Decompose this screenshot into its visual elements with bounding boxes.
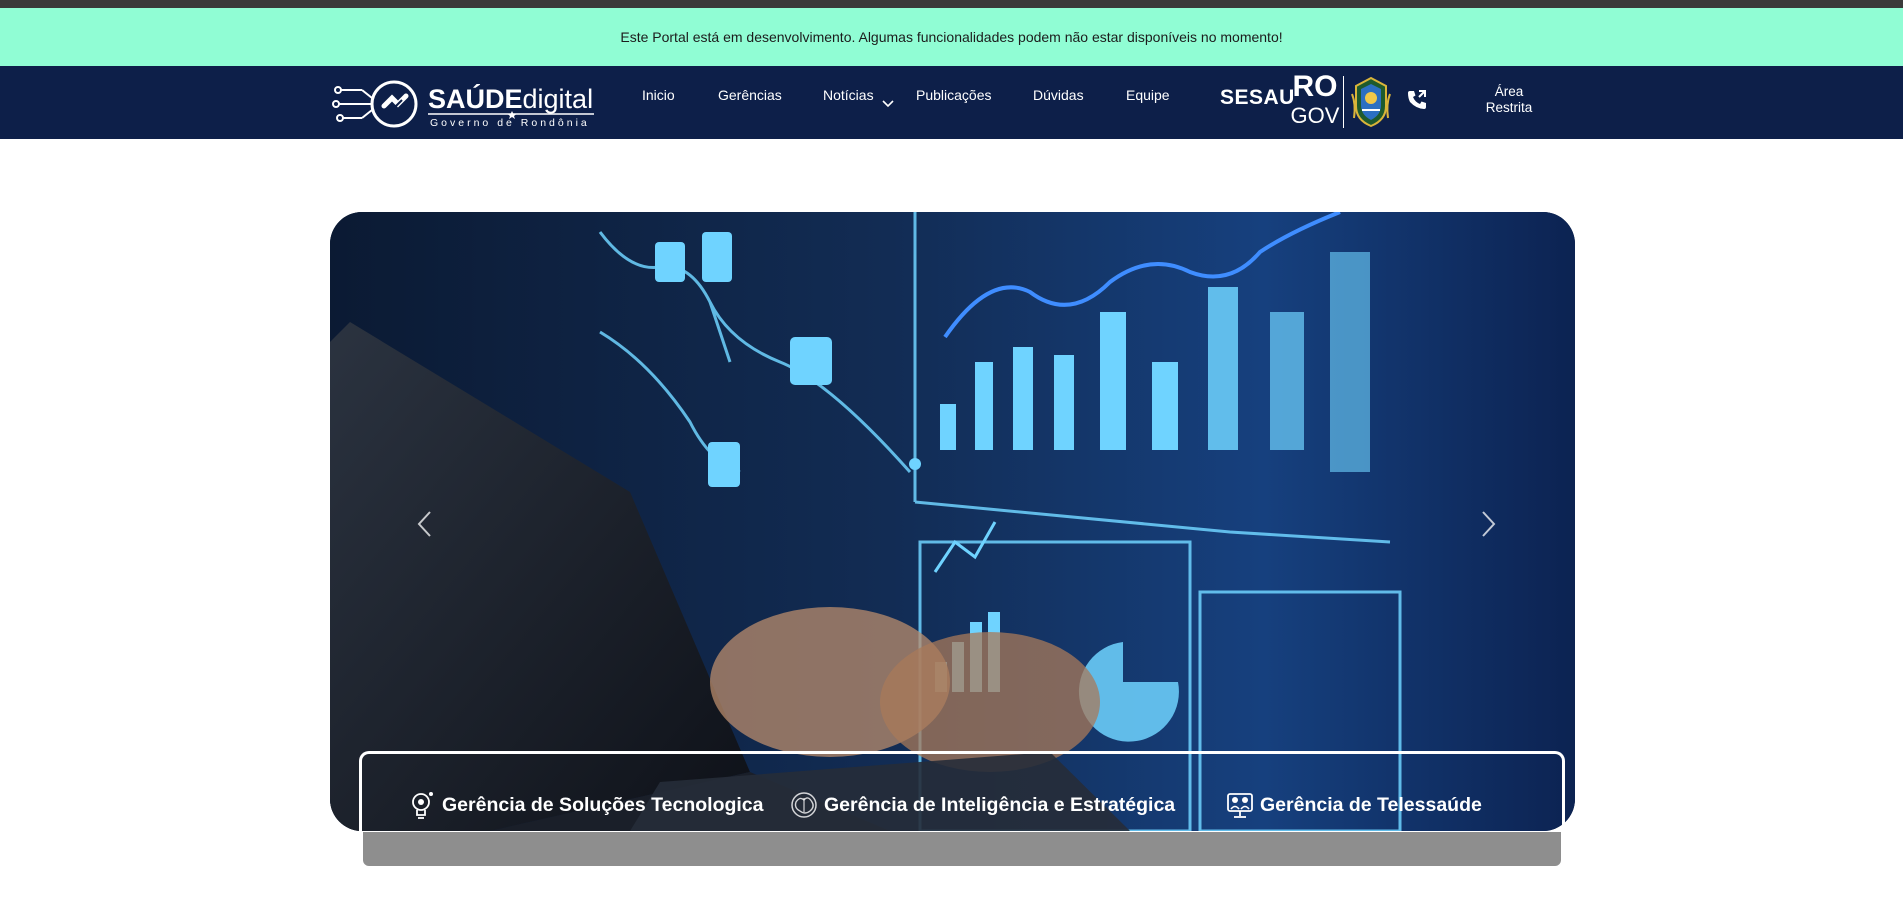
gerencias-card-shadow	[363, 832, 1561, 866]
logo-tagline-text: Governo de Rondônia	[430, 117, 590, 129]
lightbulb-gear-icon	[412, 792, 433, 819]
nav-gerencias[interactable]: Gerências	[718, 87, 782, 103]
nav-noticias[interactable]: Notícias	[823, 87, 874, 103]
notice-text: Este Portal está em desenvolvimento. Alg…	[620, 29, 1283, 45]
area-restrita-link[interactable]: Área Restrita	[1470, 84, 1548, 116]
logo-brand-light: digital	[523, 84, 594, 114]
rogov-gov-text: GOV	[1290, 103, 1340, 128]
gerencia-telessaude-link[interactable]: Gerência de Telessaúde	[1226, 790, 1482, 820]
logo-brand-bold: SAÚDE	[428, 83, 523, 114]
carousel-prev-chevron-left-icon[interactable]	[410, 504, 440, 544]
area-restrita-line2: Restrita	[1485, 100, 1533, 115]
noticias-chevron-down-icon[interactable]	[882, 100, 894, 108]
gerencia-inteligencia-label: Gerência de Inteligência e Estratégica	[824, 793, 1176, 816]
main-navbar: SAÚDEdigital Governo de Rondônia Inicio …	[0, 66, 1903, 139]
carousel-next-chevron-right-icon[interactable]	[1473, 504, 1503, 544]
gerencia-solucoes-tecnologica-link[interactable]: Gerência de Soluções Tecnologica	[408, 790, 764, 820]
gerencia-solucoes-label: Gerência de Soluções Tecnologica	[442, 793, 764, 816]
brain-network-icon	[791, 792, 817, 818]
logo-divider	[1343, 76, 1344, 128]
nav-publicacoes[interactable]: Publicações	[916, 87, 992, 103]
nav-duvidas[interactable]: Dúvidas	[1033, 87, 1084, 103]
telehealth-doctor-icon	[1227, 793, 1253, 818]
development-notice-banner: Este Portal está em desenvolvimento. Alg…	[0, 8, 1903, 66]
top-strip	[0, 0, 1903, 8]
phone-icon[interactable]	[1405, 88, 1429, 112]
gerencia-telessaude-label: Gerência de Telessaúde	[1260, 793, 1482, 816]
hero-data-analytics-image	[330, 212, 1575, 831]
area-restrita-line1: Área	[1494, 84, 1524, 99]
saude-digital-logo[interactable]: SAÚDEdigital Governo de Rondônia	[332, 76, 602, 132]
nav-inicio[interactable]: Inicio	[642, 87, 675, 103]
rondonia-coat-of-arms-icon	[1351, 76, 1391, 128]
hero-carousel	[330, 212, 1575, 831]
sesau-logo-text: SESAU	[1220, 86, 1295, 109]
gerencia-inteligencia-estrategica-link[interactable]: Gerência de Inteligência e Estratégica	[790, 790, 1175, 820]
rogov-ro-text: RO	[1292, 70, 1338, 103]
nav-equipe[interactable]: Equipe	[1126, 87, 1170, 103]
logo-brand-text: SAÚDEdigital	[428, 83, 593, 114]
rogov-logo: RO GOV	[1290, 72, 1340, 132]
